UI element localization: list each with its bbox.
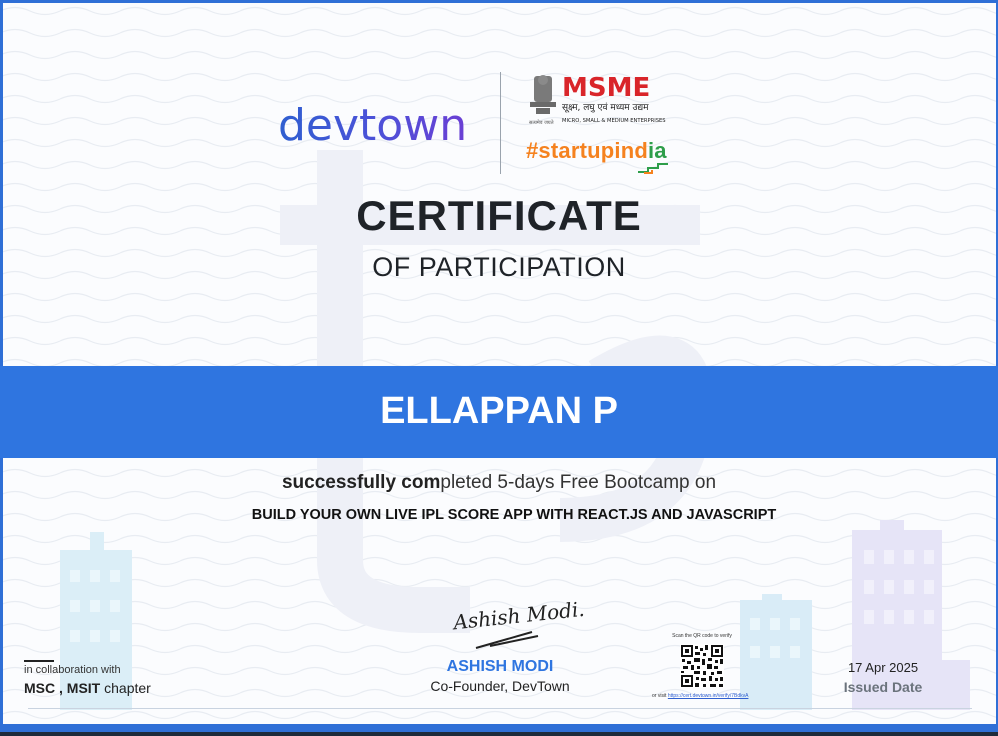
top-border [0, 0, 998, 3]
signatory-role: Co-Founder, DevTown [430, 678, 570, 694]
signatory-name: ASHISH MODI [446, 658, 554, 675]
msme-english: MICRO, SMALL & MEDIUM ENTERPRISES [562, 118, 666, 124]
devtown-logo: devtown [278, 100, 467, 150]
svg-text:devtown: devtown [278, 100, 467, 150]
issue-date: 17 Apr 2025 [847, 660, 919, 675]
certificate: devtown सत्यमेव जयते MSME सूक्ष्म, लघु ए… [0, 0, 998, 736]
qr-caption: Scan the QR code to verify [672, 633, 732, 639]
verify-link[interactable]: or visit https://cert.devtown.in/verify/… [652, 693, 762, 699]
certificate-title: CERTIFICATE [356, 192, 642, 239]
msme-hindi: सूक्ष्म, लघु एवं मध्यम उद्यम [562, 102, 649, 113]
course-title: BUILD YOUR OWN LIVE IPL SCORE APP WITH R… [251, 507, 777, 523]
recipient-name: ELLAPPAN P [380, 390, 618, 432]
collab-organization: MSC , MSIT chapter [24, 680, 151, 696]
collab-label: in collaboration with [24, 664, 121, 676]
bottom-edge [0, 732, 998, 736]
startupindia-steps-icon [638, 163, 668, 174]
emblem-caption: सत्यमेव जयते [529, 119, 554, 126]
signature: Ashish Modi. [450, 597, 586, 649]
completion-text: successfully completed 5-days Free Bootc… [281, 472, 717, 493]
msme-title: MSME [562, 73, 650, 103]
footer-rule [28, 708, 972, 709]
svg-text:Ashish Modi.: Ashish Modi. [450, 597, 585, 635]
qr-code-icon[interactable] [680, 644, 724, 688]
certificate-subtitle: OF PARTICIPATION [372, 252, 626, 282]
collab-divider [24, 660, 54, 662]
msme-logo: सत्यमेव जयते MSME सूक्ष्म, लघु एवं मध्यम… [529, 73, 666, 126]
issue-date-label: Issued Date [843, 679, 923, 695]
logo-divider [500, 72, 501, 174]
